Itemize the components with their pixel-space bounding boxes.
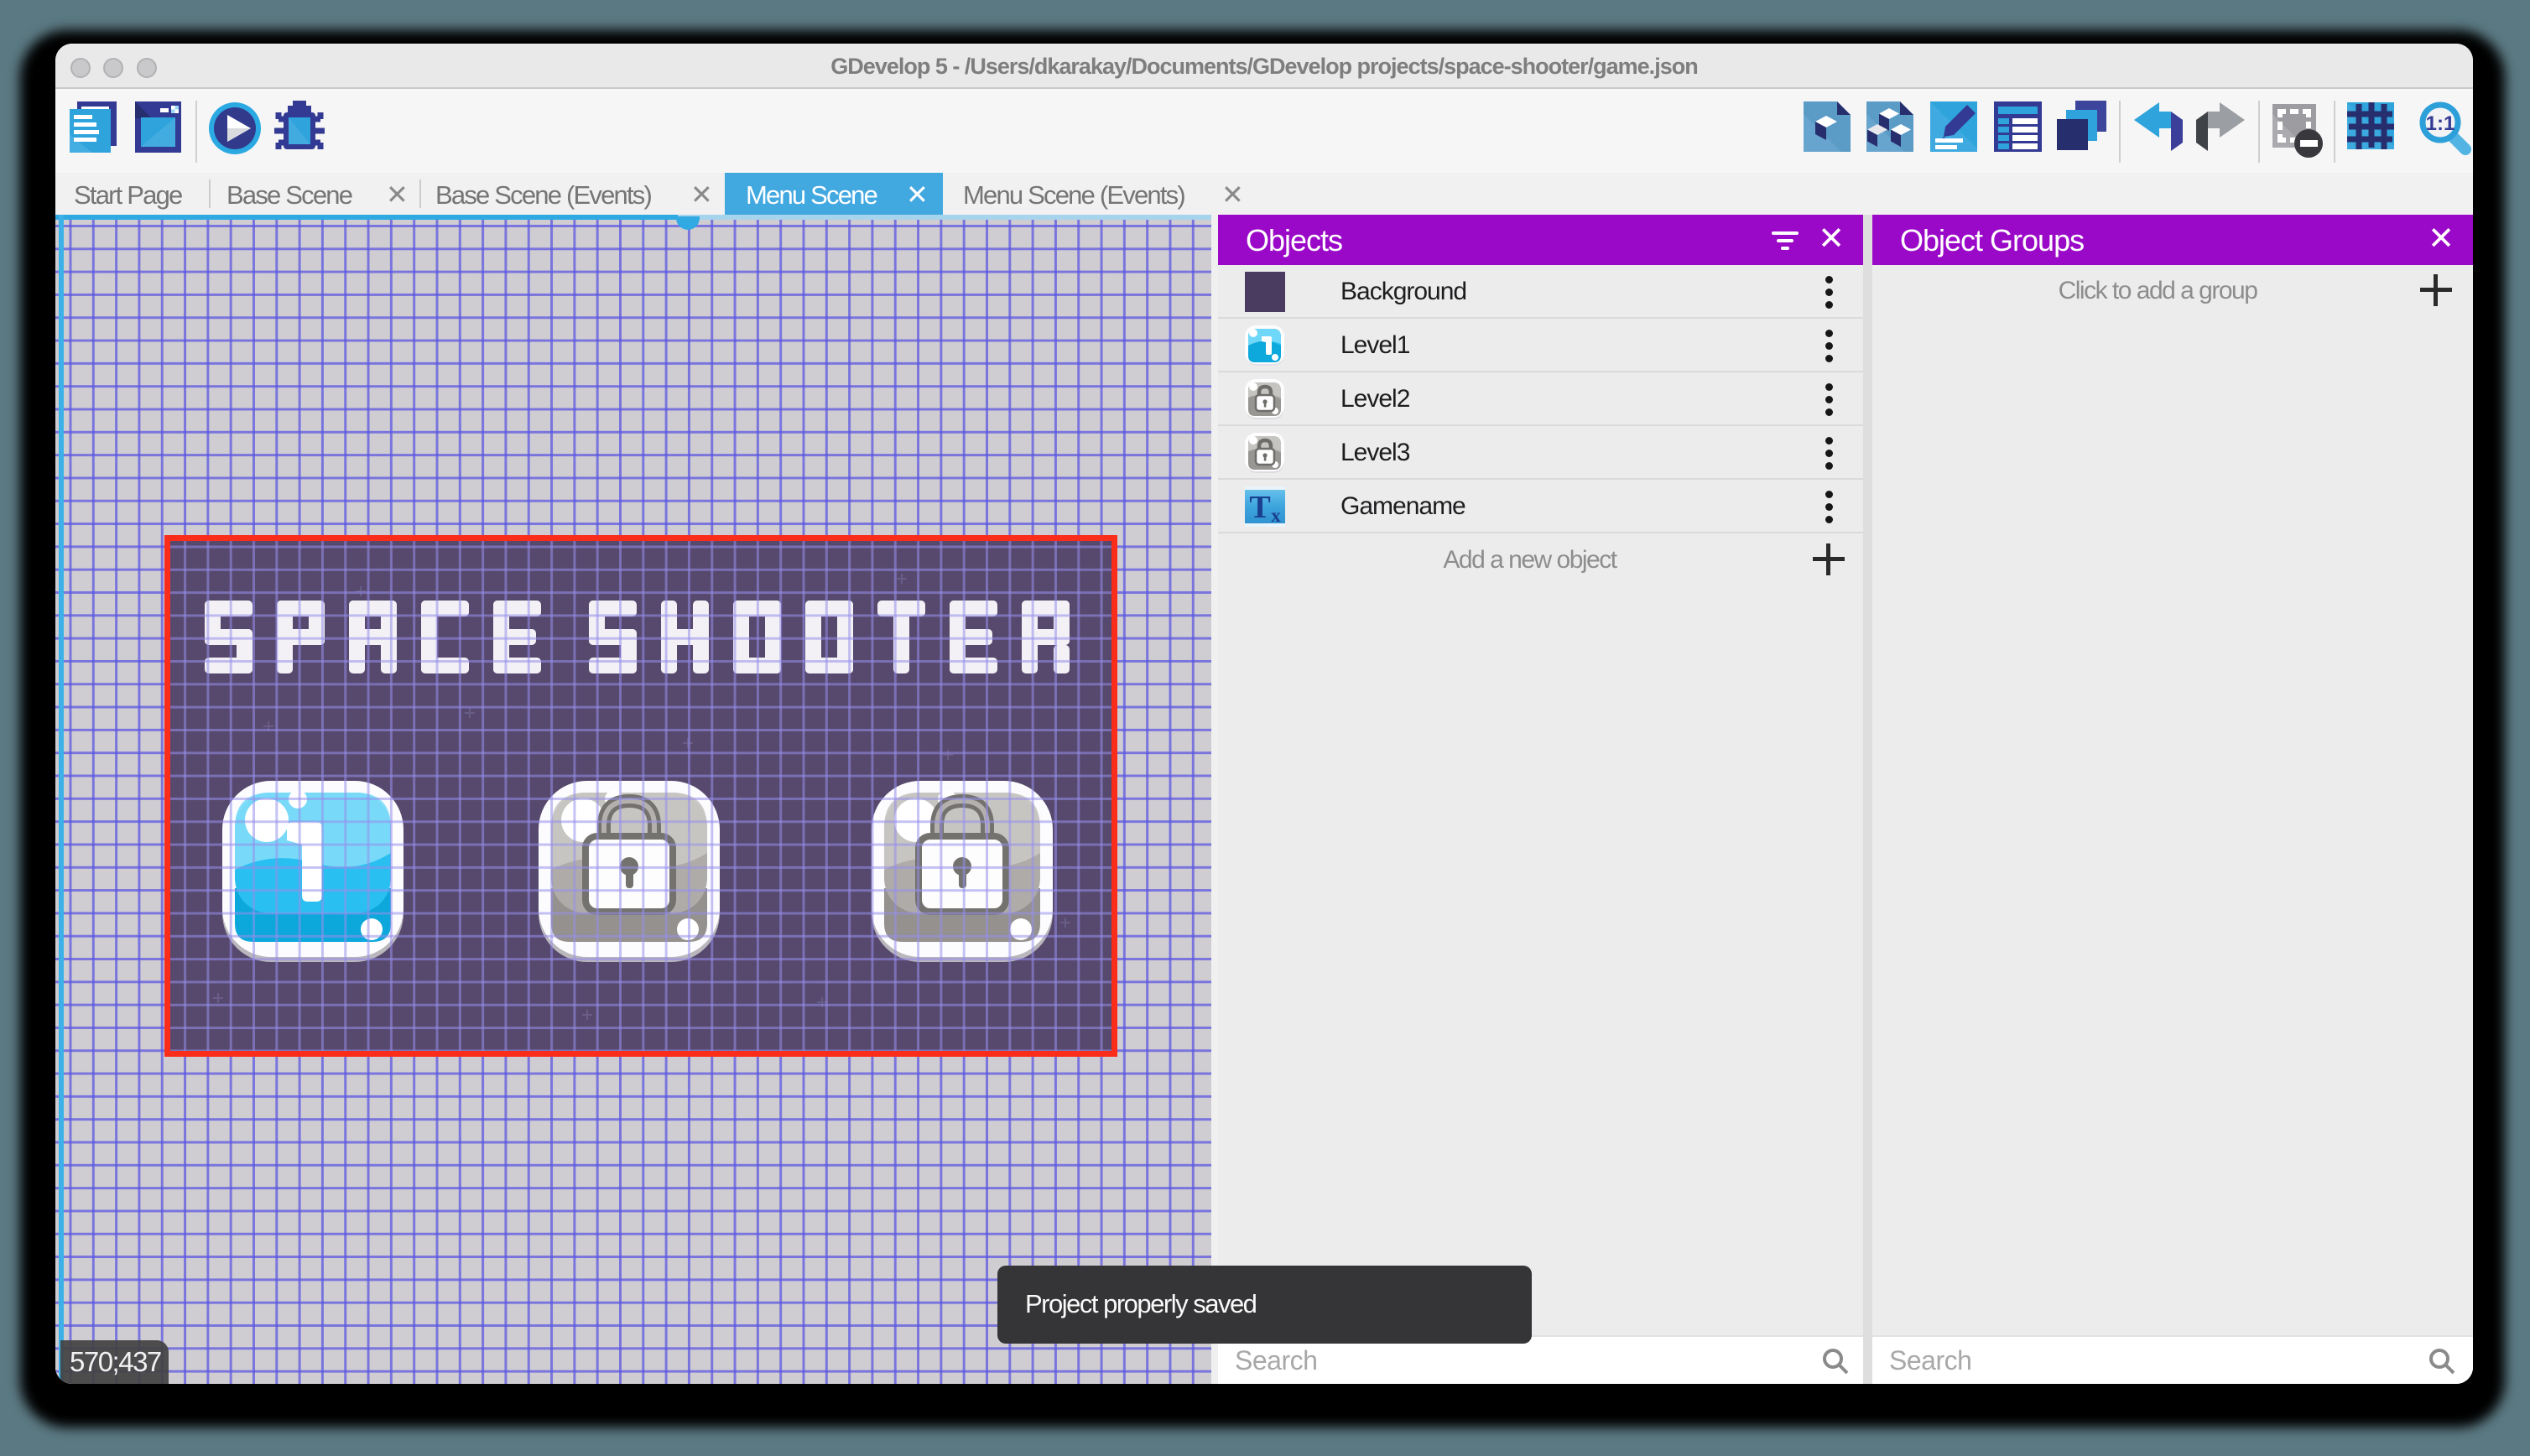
svg-text:x: x (1271, 505, 1281, 526)
svg-text:T: T (1249, 490, 1270, 525)
svg-text:1:1: 1:1 (2426, 112, 2455, 135)
